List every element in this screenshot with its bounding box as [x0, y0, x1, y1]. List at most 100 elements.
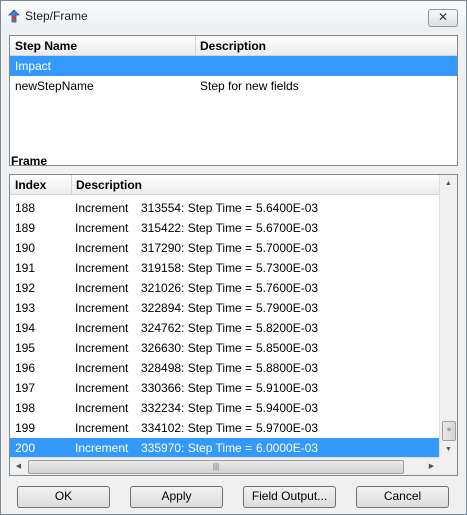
frame-index-cell: 189 — [15, 221, 36, 235]
frame-increment-cell: 315422: Step Time = — [141, 221, 253, 235]
frame-time-cell: 5.7600E-03 — [256, 281, 319, 295]
frame-kind-cell: Increment — [75, 221, 129, 235]
frame-kind-cell: Increment — [75, 281, 129, 295]
frame-kind-cell: Increment — [75, 421, 129, 435]
horizontal-scrollbar[interactable]: ◀ ||| ▶ — [10, 457, 440, 475]
frame-kind-cell: Increment — [75, 201, 129, 215]
title-bar[interactable]: Step/Frame ✕ — [1, 1, 466, 31]
frame-index-cell: 196 — [15, 361, 36, 375]
frame-label: Frame — [11, 154, 48, 168]
frame-increment-cell: 335970: Step Time = — [141, 441, 253, 455]
frame-kind-cell: Increment — [75, 341, 129, 355]
frame-kind-cell: Increment — [75, 441, 129, 455]
frame-row[interactable]: 197 Increment 330366: Step Time = 5.9100E-0… — [10, 378, 440, 398]
step-name-cell: newStepName — [15, 79, 94, 93]
frame-row[interactable]: 194 Increment 324762: Step Time = 5.8200E-0… — [10, 318, 440, 338]
frame-increment-cell: 330366: Step Time = — [141, 381, 253, 395]
frame-increment-cell: 332234: Step Time = — [141, 401, 253, 415]
frame-index-cell: 191 — [15, 261, 36, 275]
frame-row[interactable]: 188 Increment 313554: Step Time = 5.6400E-0… — [10, 198, 440, 218]
frame-time-cell: 5.6700E-03 — [256, 221, 319, 235]
frame-index-cell: 199 — [15, 421, 36, 435]
frame-index-cell: 190 — [15, 241, 36, 255]
frame-increment-cell: 328498: Step Time = — [141, 361, 253, 375]
frame-row[interactable]: 189 Increment 315422: Step Time = 5.6700E-0… — [10, 218, 440, 238]
frame-increment-cell: 324762: Step Time = — [141, 321, 253, 335]
frame-row[interactable]: 196 Increment 328498: Step Time = 5.8800E-0… — [10, 358, 440, 378]
frame-time-cell: 5.9100E-03 — [256, 381, 319, 395]
frame-list-header: Index Description — [10, 175, 440, 195]
step-description-cell: Step for new fields — [200, 79, 299, 93]
frame-row[interactable]: 198 Increment 332234: Step Time = 5.9400E-0… — [10, 398, 440, 418]
frame-row[interactable]: 193 Increment 322894: Step Time = 5.7900E-0… — [10, 298, 440, 318]
step-name-cell: Impact — [15, 59, 52, 73]
field-output-button[interactable]: Field Output... — [243, 486, 336, 508]
scroll-right-arrow-icon[interactable]: ▶ — [423, 458, 440, 475]
vertical-scrollbar[interactable]: ▲ ≡ ▼ — [439, 175, 457, 458]
frame-row[interactable]: 199 Increment 334102: Step Time = 5.9700E-0… — [10, 418, 440, 438]
step-list: Step Name Description Impact newStepName S… — [9, 35, 458, 166]
frame-kind-cell: Increment — [75, 321, 129, 335]
frame-time-cell: 5.8200E-03 — [256, 321, 319, 335]
scroll-up-arrow-icon[interactable]: ▲ — [440, 175, 457, 192]
column-header-index[interactable]: Index — [15, 178, 46, 192]
frame-index-cell: 197 — [15, 381, 36, 395]
frame-time-cell: 5.7000E-03 — [256, 241, 319, 255]
frame-increment-cell: 319158: Step Time = — [141, 261, 253, 275]
frame-row[interactable]: 200 Increment 335970: Step Time = 6.0000E-0… — [10, 438, 440, 458]
frame-increment-cell: 326630: Step Time = — [141, 341, 253, 355]
step-row[interactable]: Impact — [10, 56, 457, 76]
frame-increment-cell: 317290: Step Time = — [141, 241, 253, 255]
close-button[interactable]: ✕ — [428, 9, 458, 27]
column-header-step-name[interactable]: Step Name — [15, 39, 77, 53]
frame-kind-cell: Increment — [75, 241, 129, 255]
frame-time-cell: 5.8800E-03 — [256, 361, 319, 375]
column-header-description[interactable]: Description — [200, 39, 266, 53]
cancel-button[interactable]: Cancel — [356, 486, 449, 508]
frame-increment-cell: 321026: Step Time = — [141, 281, 253, 295]
frame-time-cell: 6.0000E-03 — [256, 441, 319, 455]
frame-kind-cell: Increment — [75, 401, 129, 415]
frame-time-cell: 5.9700E-03 — [256, 421, 319, 435]
frame-increment-cell: 313554: Step Time = — [141, 201, 253, 215]
frame-kind-cell: Increment — [75, 261, 129, 275]
frame-index-cell: 198 — [15, 401, 36, 415]
frame-time-cell: 5.9400E-03 — [256, 401, 319, 415]
scroll-corner — [440, 458, 457, 475]
scroll-down-arrow-icon[interactable]: ▼ — [440, 441, 457, 458]
step-row[interactable]: newStepName Step for new fields — [10, 76, 457, 96]
frame-index-cell: 200 — [15, 441, 36, 455]
frame-row[interactable]: 195 Increment 326630: Step Time = 5.8500E-0… — [10, 338, 440, 358]
frame-time-cell: 5.7300E-03 — [256, 261, 319, 275]
column-divider[interactable] — [71, 175, 72, 194]
frame-index-cell: 192 — [15, 281, 36, 295]
frame-index-cell: 188 — [15, 201, 36, 215]
window-title: Step/Frame — [25, 9, 88, 23]
column-divider[interactable] — [195, 36, 196, 55]
frame-kind-cell: Increment — [75, 361, 129, 375]
frame-time-cell: 5.8500E-03 — [256, 341, 319, 355]
frame-index-cell: 193 — [15, 301, 36, 315]
frame-index-cell: 195 — [15, 341, 36, 355]
frame-kind-cell: Increment — [75, 381, 129, 395]
close-icon: ✕ — [437, 10, 449, 24]
horizontal-scroll-thumb[interactable]: ||| — [28, 460, 404, 474]
frame-increment-cell: 334102: Step Time = — [141, 421, 253, 435]
frame-list: Index Description 188 Increment 313554: St… — [9, 174, 458, 476]
frame-row[interactable]: 190 Increment 317290: Step Time = 5.7000E-0… — [10, 238, 440, 258]
frame-kind-cell: Increment — [75, 301, 129, 315]
step-list-header: Step Name Description — [10, 36, 457, 56]
step-frame-icon — [8, 9, 20, 23]
frame-time-cell: 5.6400E-03 — [256, 201, 319, 215]
frame-index-cell: 194 — [15, 321, 36, 335]
column-header-description[interactable]: Description — [76, 178, 142, 192]
step-frame-dialog: Step/Frame ✕ Step Name Description Impac… — [0, 0, 467, 515]
vertical-scroll-thumb[interactable]: ≡ — [442, 421, 456, 441]
apply-button[interactable]: Apply — [130, 486, 223, 508]
frame-row[interactable]: 192 Increment 321026: Step Time = 5.7600E-0… — [10, 278, 440, 298]
frame-increment-cell: 322894: Step Time = — [141, 301, 253, 315]
ok-button[interactable]: OK — [17, 486, 110, 508]
scroll-left-arrow-icon[interactable]: ◀ — [10, 458, 27, 475]
frame-row[interactable]: 191 Increment 319158: Step Time = 5.7300E-0… — [10, 258, 440, 278]
frame-time-cell: 5.7900E-03 — [256, 301, 319, 315]
